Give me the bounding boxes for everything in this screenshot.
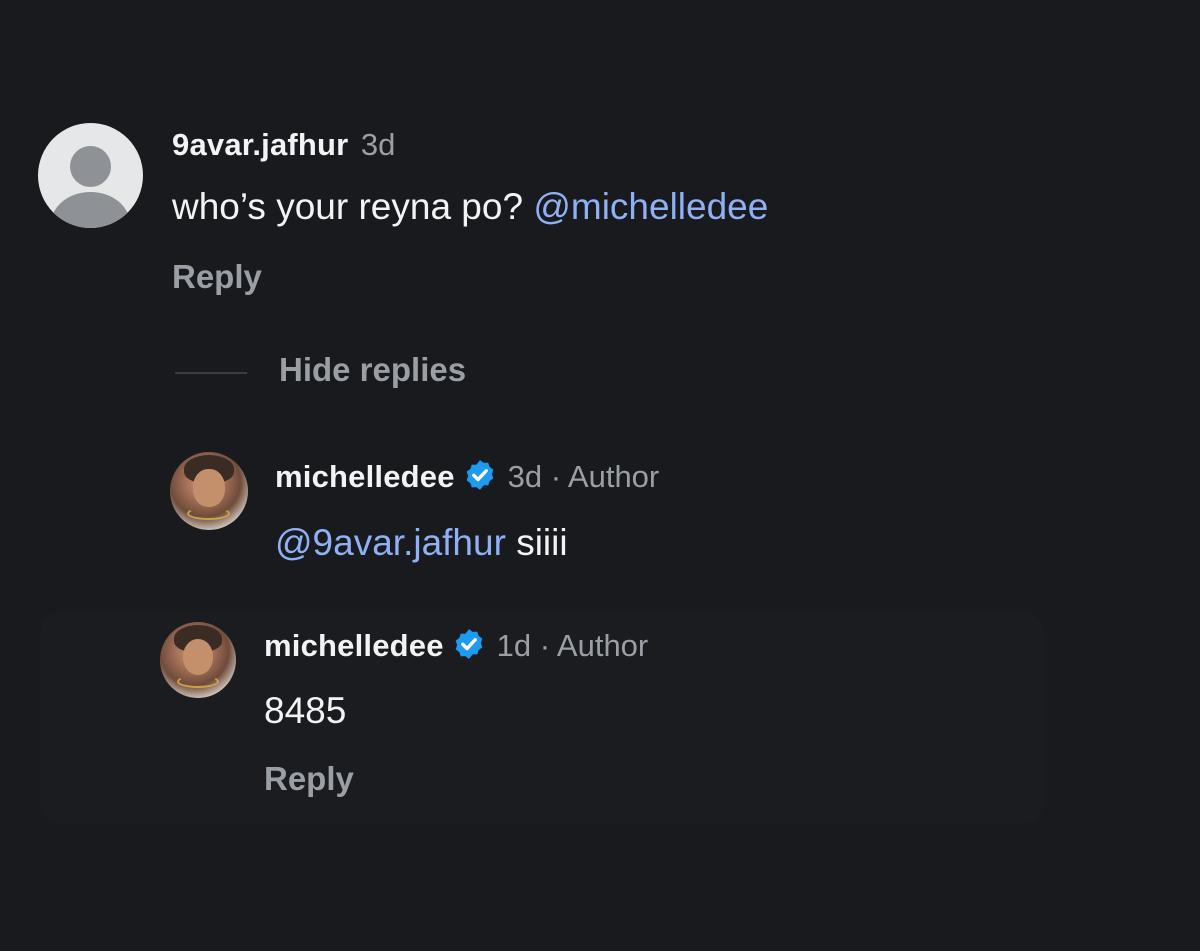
avatar-face-shape — [182, 638, 214, 676]
avatar[interactable] — [160, 622, 236, 698]
avatar-necklace-shape — [176, 675, 219, 689]
reply-button[interactable]: Reply — [172, 258, 262, 296]
reply-text: 8485 — [264, 690, 347, 731]
reply-mention[interactable]: @9avar.jafhur — [275, 522, 506, 563]
comment-username[interactable]: 9avar.jafhur — [172, 127, 348, 162]
avatar-face-shape — [193, 469, 225, 507]
reply-button[interactable]: Reply — [264, 760, 354, 798]
comment-text: who’s your reyna po? — [172, 186, 534, 227]
reply-header: michelledee 1d · Author — [264, 627, 648, 664]
comment-body: who’s your reyna po? @michelledee — [172, 186, 768, 228]
reply-header: michelledee 3d · Author — [275, 458, 659, 495]
comment-header: 9avar.jafhur 3d — [172, 127, 395, 163]
replies-divider — [175, 372, 247, 374]
avatar-shoulders-shape — [51, 192, 130, 228]
reply-text: siiii — [505, 522, 568, 563]
comment-mention[interactable]: @michelledee — [533, 186, 768, 227]
reply-username[interactable]: michelledee — [264, 628, 444, 663]
default-user-avatar-icon[interactable] — [38, 123, 143, 228]
avatar-necklace-shape — [187, 506, 231, 520]
hide-replies-button[interactable]: Hide replies — [279, 351, 466, 389]
verified-badge-icon — [466, 460, 494, 490]
reply-username[interactable]: michelledee — [275, 459, 455, 494]
reply-body: @9avar.jafhur siiii — [275, 522, 568, 564]
comment-time: 3d — [360, 127, 396, 162]
reply-meta: 1d · Author — [496, 628, 649, 663]
verified-badge-icon — [455, 629, 483, 659]
reply-meta: 3d · Author — [507, 459, 660, 494]
avatar[interactable] — [170, 452, 248, 530]
reply-body: 8485 — [264, 690, 346, 732]
avatar-head-shape — [70, 146, 111, 187]
